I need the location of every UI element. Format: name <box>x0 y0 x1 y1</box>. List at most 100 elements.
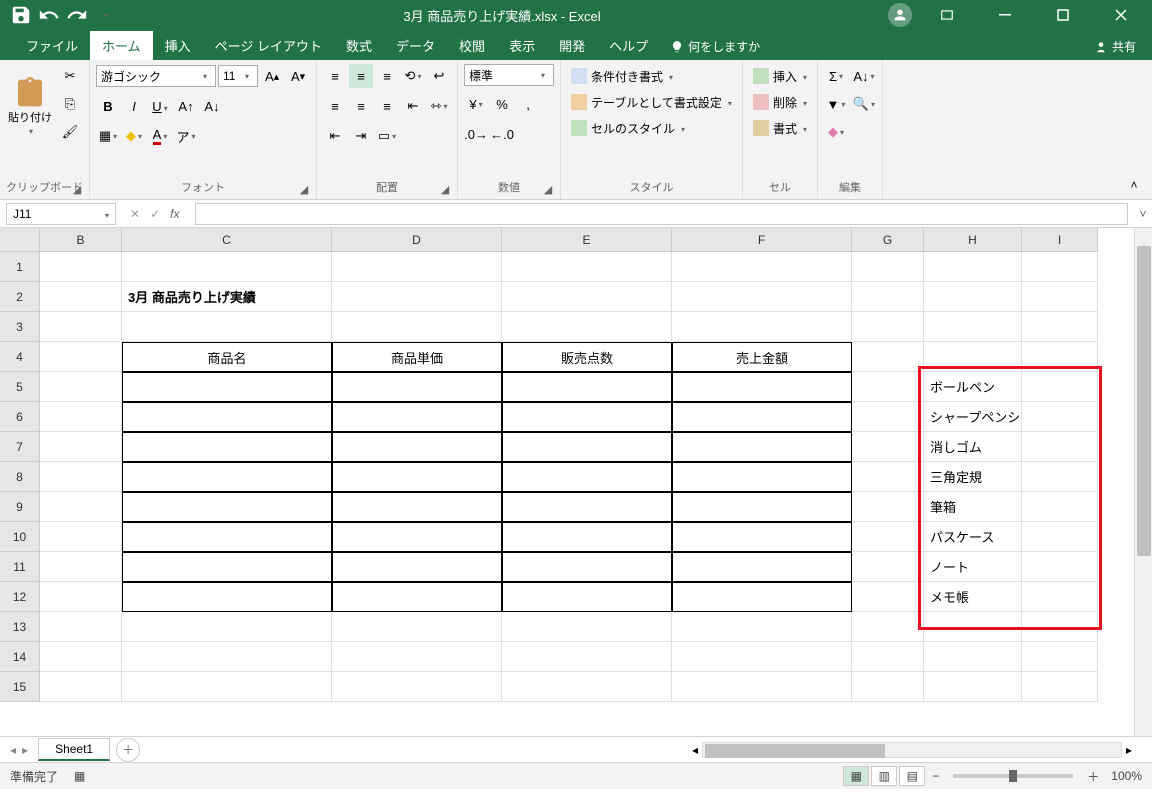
cell-G10[interactable] <box>852 522 924 552</box>
cell-G7[interactable] <box>852 432 924 462</box>
decrease-font-icon[interactable]: A▾ <box>286 64 310 88</box>
redo-icon[interactable] <box>66 4 88 26</box>
italic-button[interactable]: I <box>122 94 146 118</box>
cell-I11[interactable] <box>1022 552 1098 582</box>
cell-E7[interactable] <box>502 432 672 462</box>
row-header-4[interactable]: 4 <box>0 342 40 372</box>
cell-I9[interactable] <box>1022 492 1098 522</box>
cell-B15[interactable] <box>40 672 122 702</box>
row-header-5[interactable]: 5 <box>0 372 40 402</box>
col-header-B[interactable]: B <box>40 228 122 252</box>
hscroll-thumb[interactable] <box>705 744 885 758</box>
row-header-1[interactable]: 1 <box>0 252 40 282</box>
add-sheet-icon[interactable]: ＋ <box>116 738 140 762</box>
cell-D5[interactable] <box>332 372 502 402</box>
close-icon[interactable] <box>1098 0 1144 30</box>
cell-I12[interactable] <box>1022 582 1098 612</box>
minimize-icon[interactable] <box>982 0 1028 30</box>
cell-H14[interactable] <box>924 642 1022 672</box>
tab-insert[interactable]: 挿入 <box>153 31 203 60</box>
row-header-15[interactable]: 15 <box>0 672 40 702</box>
cell-H10[interactable]: パスケース <box>924 522 1022 552</box>
cell-D9[interactable] <box>332 492 502 522</box>
cell-C3[interactable] <box>122 312 332 342</box>
cell-F10[interactable] <box>672 522 852 552</box>
align-top-icon[interactable]: ≡ <box>323 64 347 88</box>
cell-D12[interactable] <box>332 582 502 612</box>
cell-F13[interactable] <box>672 612 852 642</box>
tab-developer[interactable]: 開発 <box>547 31 597 60</box>
zoom-thumb[interactable] <box>1009 770 1017 782</box>
user-avatar-icon[interactable] <box>888 3 912 27</box>
zoom-level[interactable]: 100% <box>1111 769 1142 783</box>
font-color-icon[interactable]: A <box>148 124 172 148</box>
cell-F4[interactable]: 売上金額 <box>672 342 852 372</box>
cell-F5[interactable] <box>672 372 852 402</box>
decrease-font-icon2[interactable]: A↓ <box>200 94 224 118</box>
zoom-in-button[interactable]: ＋ <box>1081 768 1105 785</box>
cell-H6[interactable]: シャープペンシル <box>924 402 1022 432</box>
copy-icon[interactable]: ⎘ <box>58 92 82 116</box>
align-right-icon[interactable]: ≡ <box>375 94 399 118</box>
cell-G5[interactable] <box>852 372 924 402</box>
row-header-2[interactable]: 2 <box>0 282 40 312</box>
cell-C1[interactable] <box>122 252 332 282</box>
row-header-12[interactable]: 12 <box>0 582 40 612</box>
align-center-icon[interactable]: ≡ <box>349 94 373 118</box>
cell-H15[interactable] <box>924 672 1022 702</box>
comma-icon[interactable]: , <box>516 92 540 116</box>
select-all-corner[interactable] <box>0 228 40 252</box>
cell-H3[interactable] <box>924 312 1022 342</box>
font-size-input[interactable]: 11 <box>218 65 258 87</box>
phonetic-icon[interactable]: ア <box>174 124 198 148</box>
cell-I15[interactable] <box>1022 672 1098 702</box>
cell-D13[interactable] <box>332 612 502 642</box>
cell-G4[interactable] <box>852 342 924 372</box>
cell-D4[interactable]: 商品単価 <box>332 342 502 372</box>
row-header-9[interactable]: 9 <box>0 492 40 522</box>
cell-F8[interactable] <box>672 462 852 492</box>
vertical-scrollbar[interactable] <box>1134 228 1152 736</box>
cell-E8[interactable] <box>502 462 672 492</box>
cell-I7[interactable] <box>1022 432 1098 462</box>
tab-view[interactable]: 表示 <box>497 31 547 60</box>
percent-icon[interactable]: % <box>490 92 514 116</box>
formula-input[interactable] <box>195 203 1128 225</box>
cell-E6[interactable] <box>502 402 672 432</box>
cell-B10[interactable] <box>40 522 122 552</box>
decrease-decimal-icon[interactable]: ←.0 <box>490 122 514 146</box>
cell-G11[interactable] <box>852 552 924 582</box>
cell-E13[interactable] <box>502 612 672 642</box>
cell-E9[interactable] <box>502 492 672 522</box>
number-format-select[interactable]: 標準 <box>464 64 554 86</box>
alignment-launcher-icon[interactable]: ◢ <box>439 183 451 195</box>
merge-center-icon[interactable]: ⇿ <box>427 94 451 118</box>
tab-formulas[interactable]: 数式 <box>334 31 384 60</box>
underline-button[interactable]: U <box>148 94 172 118</box>
cell-G15[interactable] <box>852 672 924 702</box>
row-header-8[interactable]: 8 <box>0 462 40 492</box>
horizontal-scrollbar[interactable] <box>702 742 1122 758</box>
font-launcher-icon[interactable]: ◢ <box>298 183 310 195</box>
expand-formula-bar-icon[interactable]: ˅ <box>1134 207 1152 221</box>
cell-I8[interactable] <box>1022 462 1098 492</box>
cell-I4[interactable] <box>1022 342 1098 372</box>
cell-B14[interactable] <box>40 642 122 672</box>
paste-button[interactable]: 貼り付け <box>6 64 54 150</box>
cell-F1[interactable] <box>672 252 852 282</box>
cell-C4[interactable]: 商品名 <box>122 342 332 372</box>
cell-F9[interactable] <box>672 492 852 522</box>
cell-C5[interactable] <box>122 372 332 402</box>
cell-D7[interactable] <box>332 432 502 462</box>
cell-F3[interactable] <box>672 312 852 342</box>
cell-D11[interactable] <box>332 552 502 582</box>
cell-E10[interactable] <box>502 522 672 552</box>
cell-H2[interactable] <box>924 282 1022 312</box>
tab-data[interactable]: データ <box>384 31 447 60</box>
tab-file[interactable]: ファイル <box>14 31 90 60</box>
cell-C9[interactable] <box>122 492 332 522</box>
indent-decrease-icon[interactable]: ⇤ <box>323 124 347 148</box>
align-middle-icon[interactable]: ≡ <box>349 64 373 88</box>
cell-F14[interactable] <box>672 642 852 672</box>
row-header-11[interactable]: 11 <box>0 552 40 582</box>
